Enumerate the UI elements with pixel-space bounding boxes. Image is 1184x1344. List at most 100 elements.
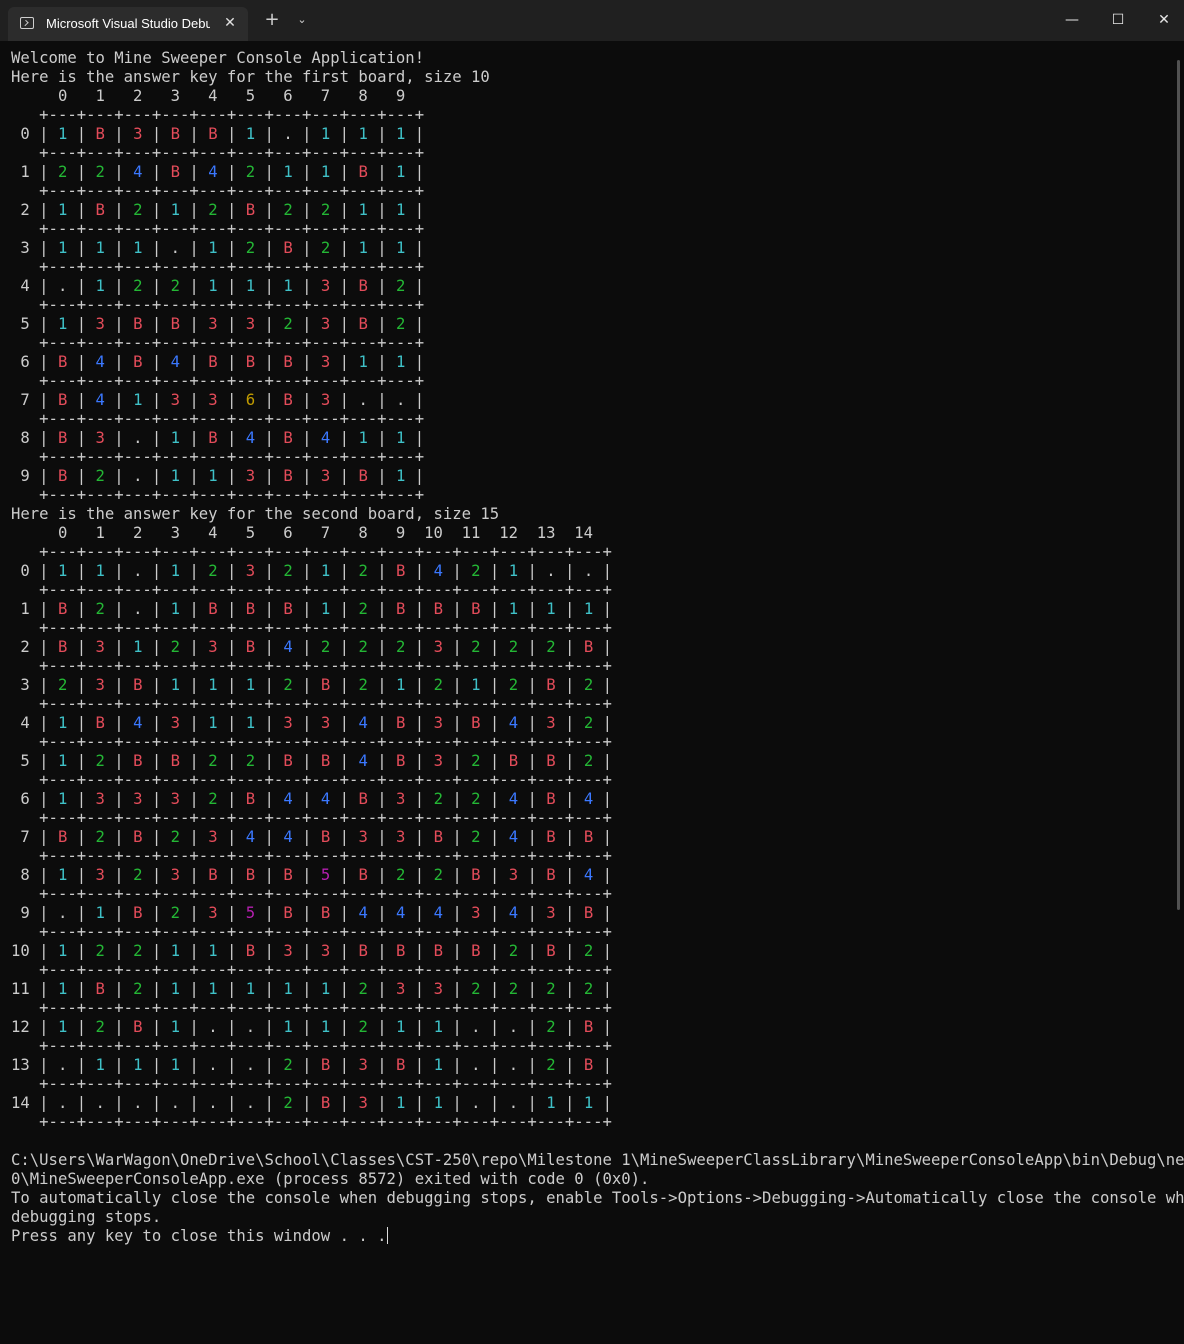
board-cell: 2 xyxy=(245,752,256,770)
board-cell: 2 xyxy=(283,201,293,219)
board-cell: 2 xyxy=(283,315,293,333)
board-cell: B xyxy=(546,752,556,770)
board-cell: 2 xyxy=(170,638,181,656)
board-cell: 1 xyxy=(208,714,218,732)
close-icon[interactable]: ✕ xyxy=(1141,0,1184,41)
board-cell: 2 xyxy=(320,638,331,656)
boards-container: Here is the answer key for the first boa… xyxy=(11,68,1184,1132)
board-cell: 1 xyxy=(170,600,181,618)
board-cell: 1 xyxy=(57,980,68,998)
board-cell: . xyxy=(358,391,368,409)
board-cell: 1 xyxy=(396,1018,406,1036)
board-cell: 2 xyxy=(57,163,68,181)
board-cell: 2 xyxy=(208,752,218,770)
board-cell: 2 xyxy=(95,467,105,485)
board-cell: 2 xyxy=(358,980,368,998)
board-cell: 4 xyxy=(396,904,406,922)
board-cell: 2 xyxy=(471,828,481,846)
row-separator: +---+---+---+---+---+---+---+---+---+---… xyxy=(11,258,425,276)
board-cell: 1 xyxy=(208,980,218,998)
board-cell: B xyxy=(396,600,406,618)
board-cell: B xyxy=(283,904,293,922)
board-cell: 3 xyxy=(245,315,256,333)
chevron-down-icon[interactable]: ⌄ xyxy=(290,9,314,31)
board-cell: 2 xyxy=(583,714,594,732)
row-separator: +---+---+---+---+---+---+---+---+---+---… xyxy=(11,999,612,1017)
board-cell: 1 xyxy=(283,1018,293,1036)
board-row: 7 | B | 2 | B | 2 | 3 | 4 | 4 | B | 3 | … xyxy=(11,828,612,846)
minimize-icon[interactable]: — xyxy=(1049,0,1095,41)
board-cell: 1 xyxy=(57,201,68,219)
row-separator: +---+---+---+---+---+---+---+---+---+---… xyxy=(11,961,612,979)
board-cell: 1 xyxy=(508,600,519,618)
board-cell: 2 xyxy=(133,866,143,884)
tab-close-icon[interactable]: ✕ xyxy=(220,13,240,33)
board-cell: B xyxy=(57,353,68,371)
board-cell: 4 xyxy=(320,790,331,808)
board-cell: 2 xyxy=(208,562,218,580)
board-cell: 3 xyxy=(95,790,105,808)
board-cell: 1 xyxy=(320,980,331,998)
board-cell: 4 xyxy=(283,828,293,846)
board-cell: . xyxy=(471,1056,481,1074)
board-cell: 3 xyxy=(283,942,293,960)
column-header: 0 1 2 3 4 5 6 7 8 9 xyxy=(11,87,415,105)
board-cell: 2 xyxy=(471,638,481,656)
board-cell: 2 xyxy=(433,790,443,808)
board-cell: 2 xyxy=(170,828,181,846)
board-cell: 3 xyxy=(208,315,218,333)
auto-close-hint-line-2: debugging stops. xyxy=(11,1208,162,1226)
board-cell: 2 xyxy=(358,600,368,618)
board-cell: 1 xyxy=(208,676,218,694)
row-separator: +---+---+---+---+---+---+---+---+---+---… xyxy=(11,1075,612,1093)
board-cell: 1 xyxy=(57,315,68,333)
row-separator: +---+---+---+---+---+---+---+---+---+---… xyxy=(11,486,425,504)
board-cell: 4 xyxy=(133,163,143,181)
scrollbar[interactable] xyxy=(1177,60,1180,910)
board-cell: 2 xyxy=(546,1018,556,1036)
board-cell: 2 xyxy=(396,277,406,295)
board-cell: B xyxy=(208,353,218,371)
board-cell: 3 xyxy=(433,638,443,656)
console-output[interactable]: Welcome to Mine Sweeper Console Applicat… xyxy=(11,49,1184,1344)
auto-close-hint-line-1: To automatically close the console when … xyxy=(11,1189,1184,1207)
board-cell: 4 xyxy=(320,429,331,447)
board-cell: B xyxy=(320,752,331,770)
row-separator: +---+---+---+---+---+---+---+---+---+---… xyxy=(11,695,612,713)
board-cell: B xyxy=(283,752,293,770)
board-cell: . xyxy=(57,1056,68,1074)
board-cell: 2 xyxy=(433,866,443,884)
board-row: 0 | 1 | B | 3 | B | B | 1 | . | 1 | 1 | … xyxy=(11,125,425,143)
console-tab[interactable]: Microsoft Visual Studio Debug Console ✕ xyxy=(8,7,248,41)
board-cell: 3 xyxy=(95,429,105,447)
maximize-icon[interactable]: ☐ xyxy=(1095,0,1141,41)
board-cell: B xyxy=(583,828,594,846)
board-cell: 1 xyxy=(170,1056,181,1074)
plus-icon[interactable]: + xyxy=(260,9,284,31)
board-cell: 3 xyxy=(95,315,105,333)
board-cell: . xyxy=(57,904,68,922)
board-cell: B xyxy=(508,752,519,770)
board-cell: 2 xyxy=(283,1056,293,1074)
board-row: 2 | B | 3 | 1 | 2 | 3 | B | 4 | 2 | 2 | … xyxy=(11,638,612,656)
board-cell: B xyxy=(283,467,293,485)
board-cell: B xyxy=(320,1094,331,1112)
board-cell: 1 xyxy=(95,904,105,922)
board-row: 2 | 1 | B | 2 | 1 | 2 | B | 2 | 2 | 1 | … xyxy=(11,201,425,219)
board-cell: B xyxy=(208,125,218,143)
board-cell: 2 xyxy=(358,638,368,656)
board-cell: 1 xyxy=(546,1094,556,1112)
board-cell: 1 xyxy=(57,714,68,732)
row-separator: +---+---+---+---+---+---+---+---+---+---… xyxy=(11,847,612,865)
board-cell: B xyxy=(433,828,443,846)
board-cell: B xyxy=(245,638,256,656)
board-cell: 1 xyxy=(396,1094,406,1112)
board-cell: 4 xyxy=(508,904,519,922)
board-cell: 3 xyxy=(358,828,368,846)
row-separator: +---+---+---+---+---+---+---+---+---+---… xyxy=(11,657,612,675)
board-cell: 1 xyxy=(57,125,68,143)
board-cell: B xyxy=(245,201,256,219)
row-separator: +---+---+---+---+---+---+---+---+---+---… xyxy=(11,144,425,162)
board-cell: 1 xyxy=(57,790,68,808)
board-cell: B xyxy=(133,315,143,333)
